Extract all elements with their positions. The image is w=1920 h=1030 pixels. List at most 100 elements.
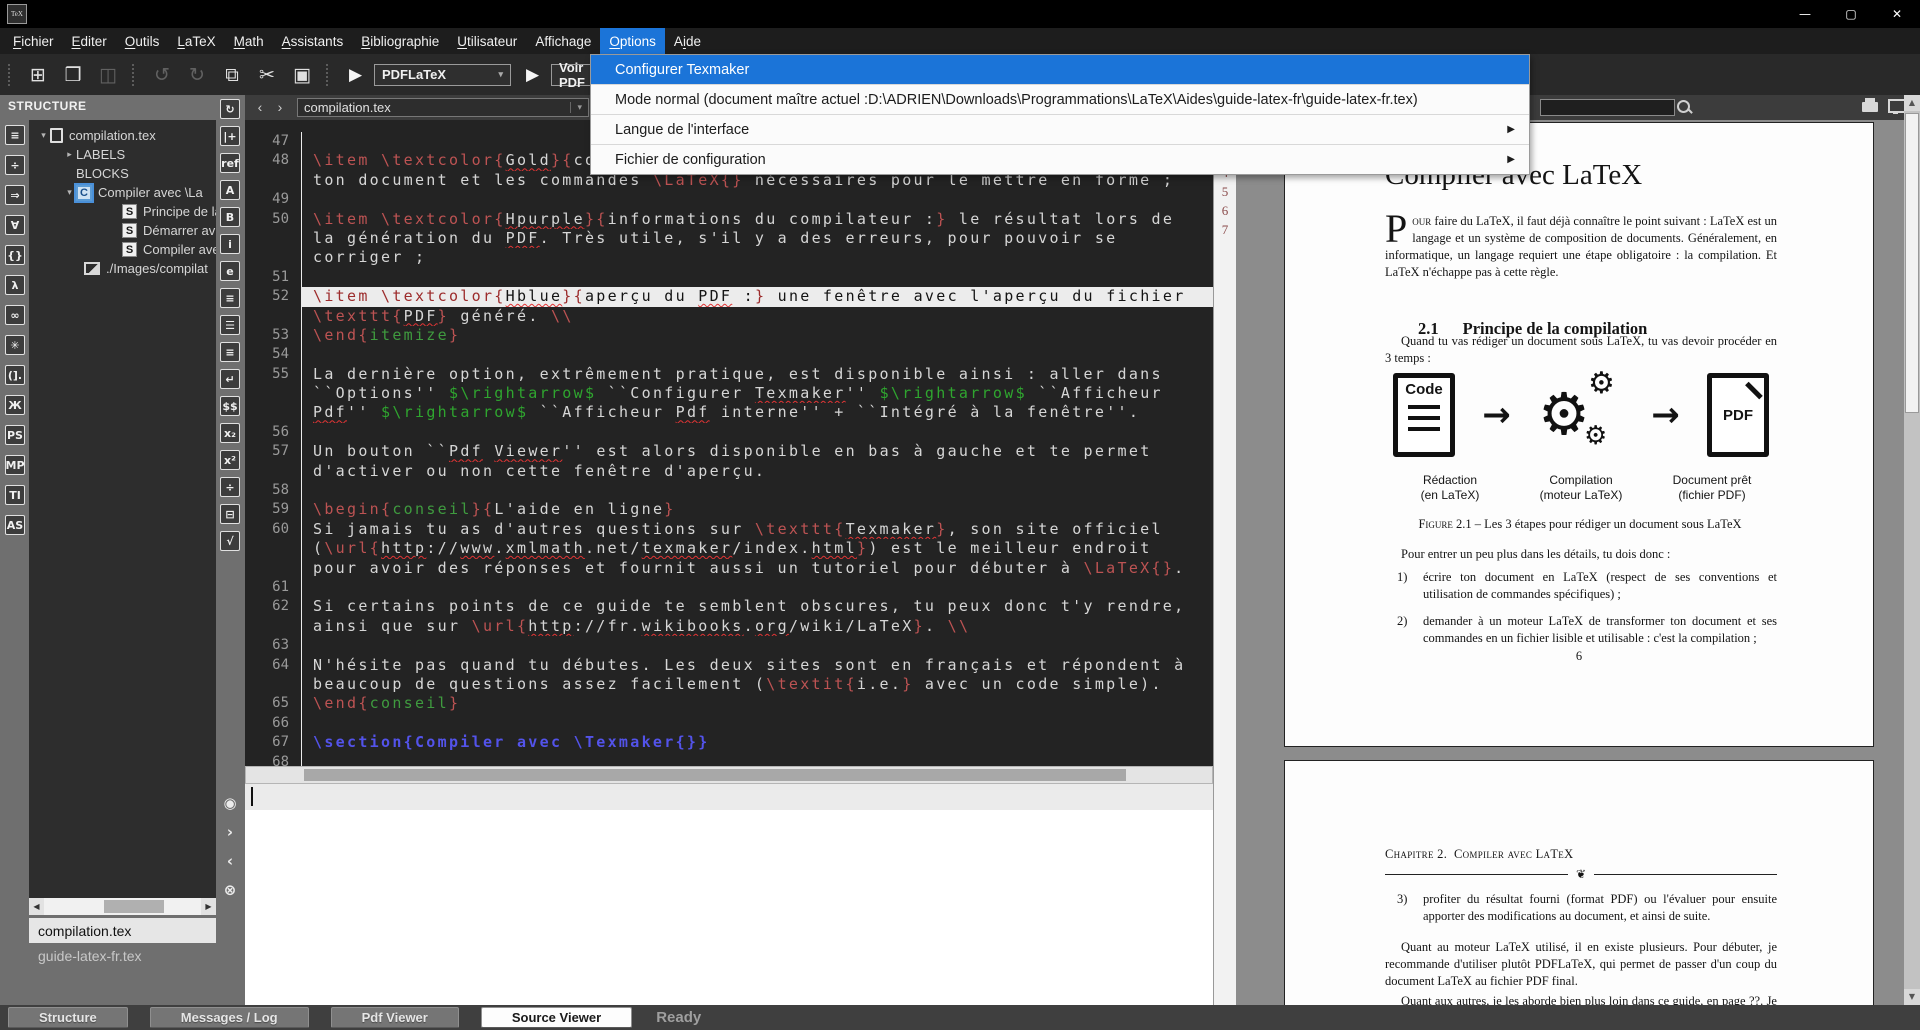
asymptote-icon[interactable]: AS (5, 515, 25, 535)
editor-line[interactable]: ``Options'' $\rightarrow$ ``Configurer T… (245, 384, 1213, 403)
editor-hscrollbar[interactable] (245, 766, 1213, 784)
editor-line[interactable]: 65\end{conseil} (245, 694, 1213, 713)
paste-button[interactable]: ▣ (289, 62, 315, 88)
menu-editer[interactable]: Editer (63, 28, 116, 54)
dfrac-icon[interactable]: ⊟ (220, 504, 240, 524)
compile-command-select[interactable]: PDFLaTeX▾ (374, 64, 511, 86)
statusbar-tab-messages-log[interactable]: Messages / Log (150, 1007, 309, 1028)
statusbar-tab-source-viewer[interactable]: Source Viewer (481, 1007, 632, 1028)
frac-icon[interactable]: ÷ (220, 477, 240, 497)
misc-symbols-icon[interactable]: ∞ (5, 305, 25, 325)
metapost-icon[interactable]: MP (5, 455, 25, 475)
tree-item-compiler-ave[interactable]: SCompiler ave (29, 240, 216, 259)
scroll-thumb[interactable] (1905, 113, 1919, 413)
prev-error-icon[interactable]: ‹ (220, 851, 240, 871)
editor-line[interactable]: \texttt{PDF} généré. \\ (245, 307, 1213, 326)
menu-outils[interactable]: Outils (116, 28, 169, 54)
page-list-item-6[interactable]: 6 (1214, 203, 1236, 222)
misc-math-icon[interactable]: ∀ (5, 215, 25, 235)
editor-line[interactable]: 51 (245, 268, 1213, 287)
delimiters-icon[interactable]: {} (5, 245, 25, 265)
menu-affichage[interactable]: Affichage (526, 28, 600, 54)
relation-symbols-icon[interactable]: ÷ (5, 155, 25, 175)
editor-line[interactable]: 60Si jamais tu as d'autres questions sur… (245, 520, 1213, 539)
align-left-icon[interactable]: ≡ (220, 288, 240, 308)
scroll-thumb[interactable] (304, 769, 1126, 781)
scroll-thumb[interactable] (104, 900, 164, 913)
nav-forward-button[interactable]: › (271, 98, 289, 116)
show-log-icon[interactable]: ◉ (220, 793, 240, 813)
special-symbols-icon[interactable]: ✳ (5, 335, 25, 355)
emphasis-icon[interactable]: e (220, 261, 240, 281)
cut-button[interactable]: ✂ (254, 62, 280, 88)
menu-options[interactable]: Options (600, 28, 665, 54)
editor-line[interactable]: la génération du PDF. Très utile, s'il y… (245, 229, 1213, 248)
editor-line[interactable]: Pdf'' $\rightarrow$ ``Afficheur Pdf inte… (245, 403, 1213, 422)
pdf-vscrollbar[interactable]: ▲ ▼ (1904, 95, 1920, 1005)
editor-line[interactable]: 54 (245, 345, 1213, 364)
editor-line[interactable]: 57Un bouton ``Pdf Viewer'' est alors dis… (245, 442, 1213, 461)
editor-line[interactable]: 52\item \textcolor{Hblue}{aperçu du PDF … (245, 287, 1213, 306)
editor-line[interactable]: 53\end{itemize} (245, 326, 1213, 345)
editor-line[interactable]: 63 (245, 636, 1213, 655)
tree-item-demarrer-av[interactable]: SDémarrer av (29, 221, 216, 240)
editor-line[interactable]: corriger ; (245, 248, 1213, 267)
tree-item-compiler-avec-la[interactable]: ▾CCompiler avec \La (29, 183, 216, 202)
editor-line[interactable]: pour avoir des réponses et fournit aussi… (245, 559, 1213, 578)
tree-item-images-compilat[interactable]: ./Images/compilat (29, 259, 216, 278)
menu-item-mode-normal-document-maitre-actuel-d-adr[interactable]: Mode normal (document maître actuel :D:\… (591, 84, 1529, 114)
menu-fichier[interactable]: Fichier (4, 28, 63, 54)
pdf-viewer[interactable]: Compiler avec LaTeX Pour faire du LaTeX,… (1236, 120, 1904, 1005)
character-size-icon[interactable]: A (220, 180, 240, 200)
expander-down-icon[interactable]: ▾ (37, 130, 50, 141)
newline-icon[interactable]: ↵ (220, 369, 240, 389)
editor-line[interactable]: 58 (245, 481, 1213, 500)
run-view-button[interactable]: ▶ (520, 64, 542, 86)
sqrt-icon[interactable]: √ (220, 531, 240, 551)
run-compile-button[interactable]: ▶ (343, 64, 365, 86)
open-file-select[interactable]: compilation.tex ▾ (297, 98, 589, 117)
math-mode-icon[interactable]: $$ (220, 396, 240, 416)
editor-line[interactable]: 55La dernière option, extrêmement pratiq… (245, 365, 1213, 384)
maximize-button[interactable]: ▢ (1828, 0, 1874, 28)
log-area[interactable] (245, 810, 1213, 1005)
open-file-button[interactable]: ❒ (60, 62, 86, 88)
menu-item-langue-de-l-interface[interactable]: Langue de l'interface▶ (591, 114, 1529, 144)
copy-button[interactable]: ⧉ (219, 62, 245, 88)
scroll-up-icon[interactable]: ▲ (1904, 95, 1920, 111)
insert-item-icon[interactable]: |+ (220, 126, 240, 146)
align-right-icon[interactable]: ≡ (220, 342, 240, 362)
tikz-icon[interactable]: TI (5, 485, 25, 505)
menu-assistants[interactable]: Assistants (273, 28, 353, 54)
pstricks-icon[interactable]: PS (5, 425, 25, 445)
page-list-item-7[interactable]: 7 (1214, 222, 1236, 241)
greek-letters-icon[interactable]: λ (5, 275, 25, 295)
nav-back-button[interactable]: ‹ (251, 98, 269, 116)
pdf-search-input[interactable] (1540, 99, 1675, 116)
menu-latex[interactable]: LaTeX (168, 28, 224, 54)
editor-line[interactable]: 62Si certains points de ce guide te semb… (245, 597, 1213, 616)
search-icon[interactable] (1677, 100, 1690, 113)
menu-item-fichier-de-configuration[interactable]: Fichier de configuration▶ (591, 144, 1529, 174)
subscript-icon[interactable]: x₂ (220, 423, 240, 443)
next-error-icon[interactable]: › (220, 822, 240, 842)
refresh-structure-icon[interactable]: ↻ (220, 99, 240, 119)
menu-math[interactable]: Math (225, 28, 273, 54)
editor-line[interactable]: (\url{http://www.xmlmath.net/texmaker/in… (245, 539, 1213, 558)
menu-bibliographie[interactable]: Bibliographie (352, 28, 448, 54)
editor-line[interactable]: 50\item \textcolor{Hpurple}{informations… (245, 210, 1213, 229)
tree-item-compilation-tex[interactable]: ▾compilation.tex (29, 126, 216, 145)
expander-right-icon[interactable]: ▸ (63, 149, 76, 160)
align-center-icon[interactable]: ☰ (220, 315, 240, 335)
stop-icon[interactable]: ⊗ (220, 880, 240, 900)
scroll-right-icon[interactable]: ▶ (201, 898, 216, 915)
print-icon[interactable] (1862, 102, 1878, 112)
close-button[interactable]: ✕ (1874, 0, 1920, 28)
structure-tab-icon[interactable]: ≡ (5, 125, 25, 145)
file-guide-latex-fr-tex[interactable]: guide-latex-fr.tex (29, 943, 216, 968)
tree-item-principe-de-la[interactable]: SPrincipe de la (29, 202, 216, 221)
editor-line[interactable]: beaucoup de questions assez facilement (… (245, 675, 1213, 694)
source-editor[interactable]: 4748\item \textcolor{Gold}{codton docume… (245, 120, 1213, 784)
brackets-icon[interactable]: (]. (5, 365, 25, 385)
editor-line[interactable]: 64N'hésite pas quand tu débutes. Les deu… (245, 656, 1213, 675)
